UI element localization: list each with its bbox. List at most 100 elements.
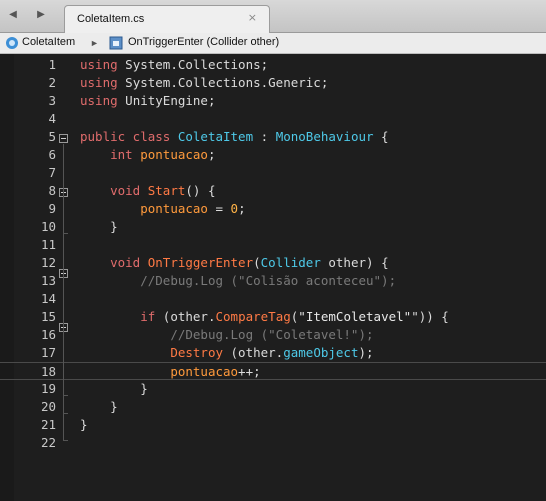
line-number: 14 — [40, 291, 56, 306]
tab-coletaitem[interactable]: ColetaItem.cs × — [64, 5, 270, 33]
code-token: = — [207, 201, 231, 216]
code-line[interactable]: 17 Destroy (other.gameObject); — [0, 344, 546, 362]
code-text[interactable]: using System.Collections.Generic; — [80, 74, 328, 92]
code-line[interactable]: 15 if (other.CompareTag("ItemColetavel""… — [0, 308, 546, 326]
code-text[interactable]: //Debug.Log ("Colisão aconteceu"); — [80, 272, 396, 290]
code-line[interactable]: 7 — [0, 164, 546, 182]
code-text[interactable]: //Debug.Log ("Coletavel!"); — [80, 326, 373, 344]
code-text[interactable]: } — [80, 380, 148, 398]
code-line[interactable]: 5 public class ColetaItem : MonoBehaviour… — [0, 128, 546, 146]
code-line[interactable]: 18 pontuacao++; — [0, 362, 546, 380]
tab-label: ColetaItem.cs — [77, 13, 145, 25]
code-line[interactable]: 8 void Start() { — [0, 182, 546, 200]
code-text[interactable]: int pontuacao; — [80, 146, 215, 164]
fold-toggle-icon[interactable] — [59, 134, 68, 143]
breadcrumb-class[interactable]: ColetaItem — [22, 36, 75, 48]
code-token: OnTriggerEnter — [147, 255, 254, 270]
code-token: CompareTag — [215, 309, 291, 324]
code-token: 0 — [230, 201, 239, 216]
fold-end-marker — [63, 413, 68, 414]
close-icon[interactable]: × — [248, 11, 257, 24]
forward-arrow-icon[interactable]: ▶ — [32, 6, 50, 24]
line-number: 11 — [40, 237, 56, 252]
line-number: 19 — [40, 381, 56, 396]
code-text[interactable]: pontuacao++; — [80, 363, 260, 381]
code-text[interactable]: void OnTriggerEnter(Collider other) { — [80, 254, 388, 272]
back-arrow-icon[interactable]: ◀ — [4, 6, 22, 24]
code-token: ; — [238, 201, 246, 216]
code-line[interactable]: 16 //Debug.Log ("Coletavel!"); — [0, 326, 546, 344]
code-text[interactable]: using System.Collections; — [80, 56, 268, 74]
code-text[interactable]: } — [80, 416, 88, 434]
code-text[interactable]: } — [80, 398, 118, 416]
code-token: : — [253, 129, 276, 144]
code-text[interactable]: Destroy (other.gameObject); — [80, 344, 373, 362]
code-text[interactable]: using UnityEngine; — [80, 92, 215, 110]
code-text[interactable]: void Start() { — [80, 182, 216, 200]
code-line[interactable]: 6 int pontuacao; — [0, 146, 546, 164]
code-token: { — [373, 129, 389, 144]
code-text[interactable]: pontuacao = 0; — [80, 200, 246, 218]
code-text[interactable]: public class ColetaItem : MonoBehaviour … — [80, 128, 389, 146]
code-line[interactable]: 10 } — [0, 218, 546, 236]
code-line[interactable]: 19 } — [0, 380, 546, 398]
code-token: MonoBehaviour — [275, 129, 374, 144]
class-icon — [6, 37, 18, 49]
code-line[interactable]: 12 void OnTriggerEnter(Collider other) { — [0, 254, 546, 272]
line-number: 15 — [40, 309, 56, 324]
code-token: ( — [253, 255, 261, 270]
code-token: } — [80, 219, 118, 234]
breadcrumb-member[interactable]: OnTriggerEnter (Collider other) — [128, 36, 279, 48]
code-line[interactable]: 9 pontuacao = 0; — [0, 200, 546, 218]
code-token: using — [80, 93, 118, 108]
line-number: 6 — [48, 147, 56, 162]
code-editor[interactable]: 1 using System.Collections; 2 using System.… — [0, 54, 546, 501]
line-number: 2 — [48, 75, 56, 90]
line-number: 4 — [48, 111, 56, 126]
line-number: 9 — [48, 201, 56, 216]
code-token: int — [110, 147, 133, 162]
line-number: 1 — [48, 57, 56, 72]
line-number: 16 — [40, 327, 56, 342]
code-line[interactable]: 20 } — [0, 398, 546, 416]
breadcrumb: ColetaItem ► OnTriggerEnter (Collider ot… — [0, 33, 546, 54]
code-token: (other. — [223, 345, 284, 360]
code-line[interactable]: 11 — [0, 236, 546, 254]
line-number: 3 — [48, 93, 56, 108]
code-line[interactable]: 13 //Debug.Log ("Colisão aconteceu"); — [0, 272, 546, 290]
line-number: 8 — [48, 183, 56, 198]
code-line[interactable]: 4 — [0, 110, 546, 128]
code-line[interactable]: 2 using System.Collections.Generic; — [0, 74, 546, 92]
code-line[interactable]: 1 using System.Collections; — [0, 56, 546, 74]
code-token: ; — [207, 147, 216, 162]
fold-end-marker — [63, 440, 68, 441]
code-token: pontuacao — [140, 147, 208, 162]
code-token: () { — [185, 183, 216, 198]
code-line[interactable]: 22 — [0, 434, 546, 452]
tab-bar: ◀ ▶ ColetaItem.cs × — [0, 0, 546, 33]
line-number: 17 — [40, 345, 56, 360]
code-line[interactable]: 21} — [0, 416, 546, 434]
code-token: Start — [147, 183, 186, 198]
code-text[interactable]: if (other.CompareTag("ItemColetavel"")) … — [80, 308, 449, 326]
code-token: gameObject — [283, 345, 359, 360]
line-number: 20 — [40, 399, 56, 414]
code-token: } — [80, 417, 88, 432]
code-line[interactable]: 14 — [0, 290, 546, 308]
code-text[interactable]: } — [80, 218, 118, 236]
fold-end-marker — [63, 395, 68, 396]
code-token: } — [80, 381, 148, 396]
breadcrumb-separator: ► — [90, 38, 99, 48]
code-line[interactable]: 3 using UnityEngine; — [0, 92, 546, 110]
line-number: 22 — [40, 435, 56, 450]
code-token: pontuacao — [170, 364, 239, 379]
